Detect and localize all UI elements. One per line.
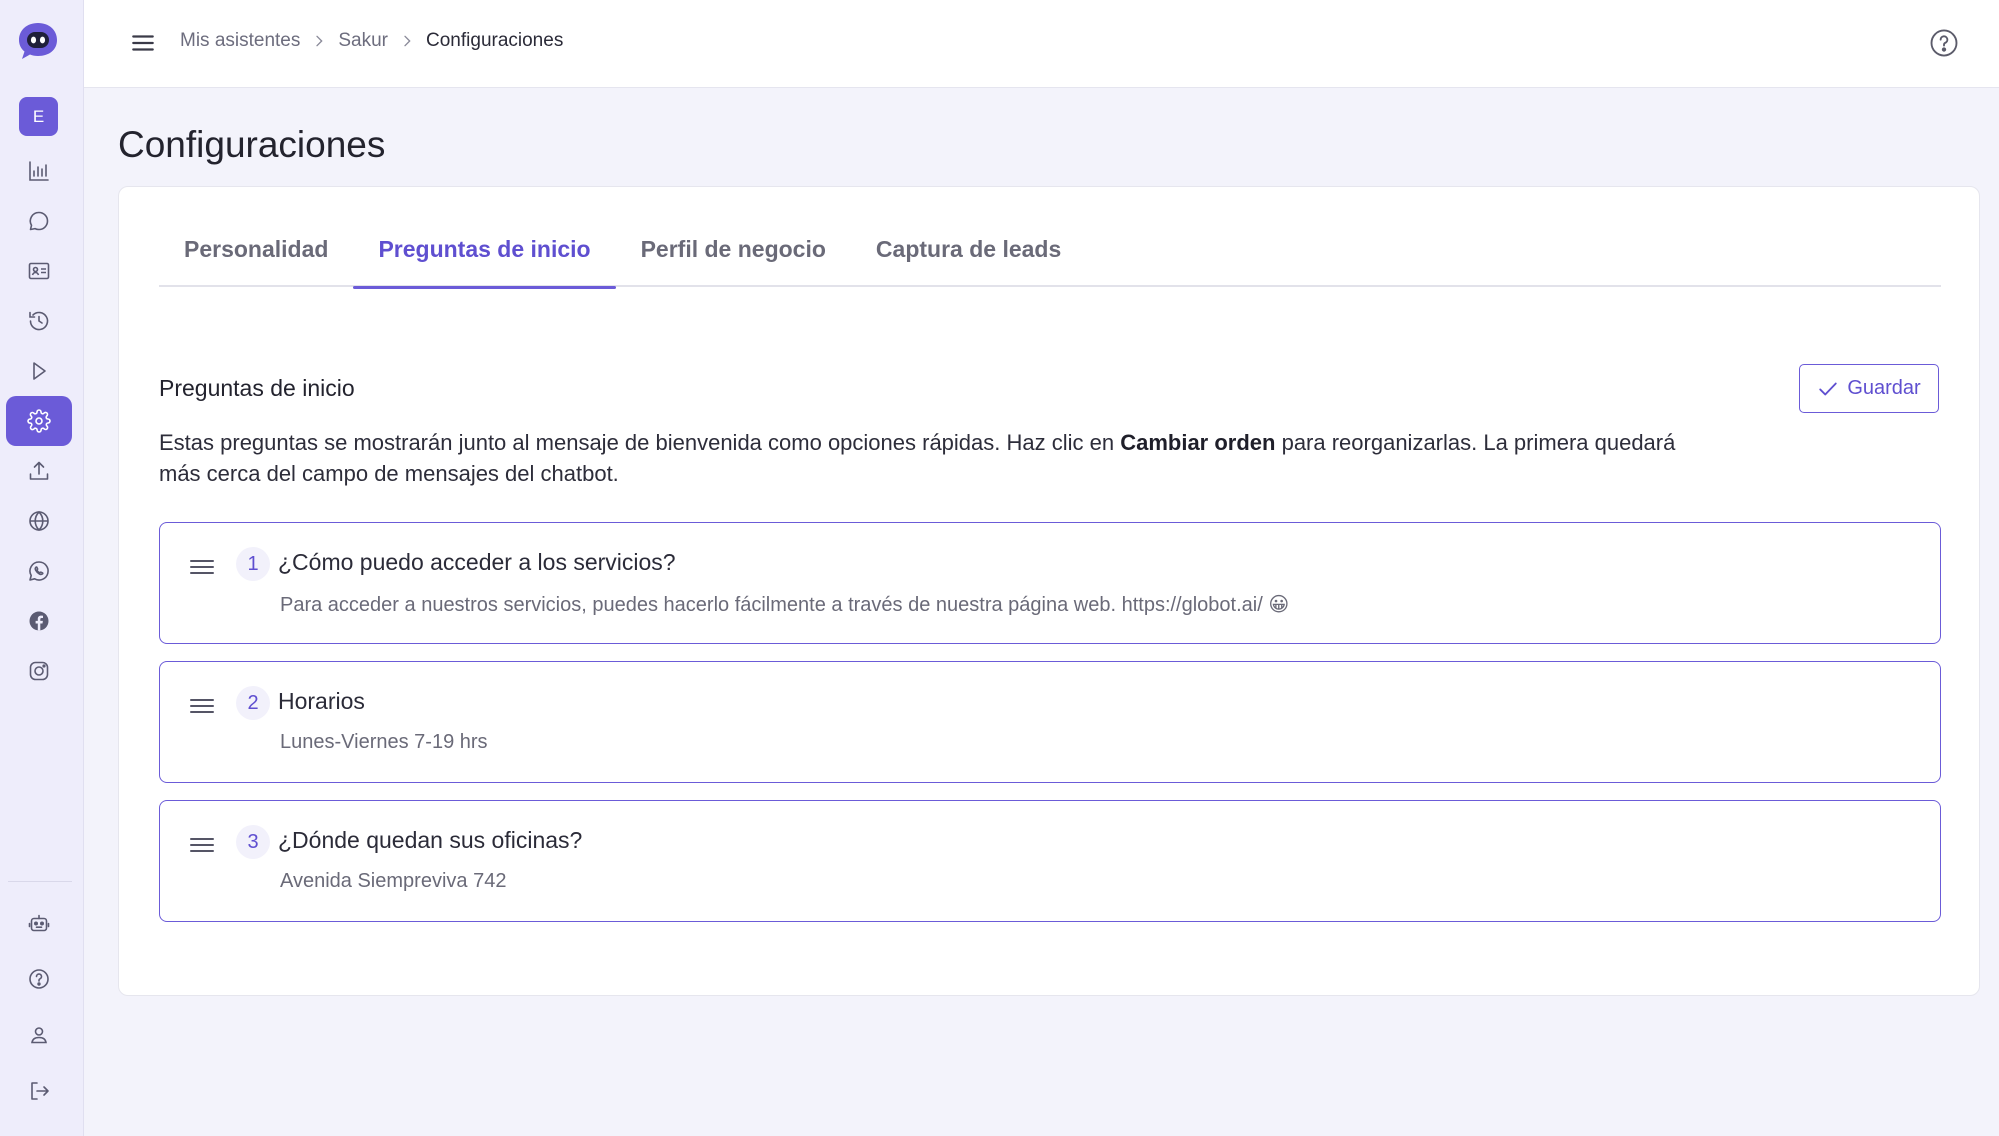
drag-handle-icon[interactable] — [188, 831, 216, 859]
hamburger-menu-button[interactable] — [128, 28, 158, 58]
drag-handle-icon[interactable] — [188, 553, 216, 581]
globe-icon — [29, 510, 49, 532]
save-button[interactable]: Guardar — [1799, 364, 1939, 413]
question-answer: Avenida Siempreviva 742 — [280, 870, 507, 892]
help-circle-icon — [29, 969, 49, 989]
section-title: Preguntas de inicio — [159, 375, 355, 401]
tab-perfil-de-negocio[interactable]: Perfil de negocio — [616, 227, 851, 287]
settings-tabs: Personalidad Preguntas de inicio Perfil … — [159, 227, 1941, 289]
sidebar-item-whatsapp[interactable] — [6, 546, 72, 596]
settings-card: Personalidad Preguntas de inicio Perfil … — [118, 186, 1980, 996]
play-icon — [33, 362, 46, 380]
sidebar-item-logout[interactable] — [6, 1066, 72, 1116]
top-bar: Mis asistentes Sakur Configuraciones — [84, 0, 1999, 88]
question-item[interactable]: 1 ¿Cómo puedo acceder a los servicios? P… — [159, 522, 1941, 644]
contact-card-icon — [28, 262, 50, 280]
whatsapp-icon — [29, 561, 49, 581]
globot-logo-icon[interactable] — [17, 21, 59, 61]
sidebar-item-profile[interactable] — [6, 1010, 72, 1060]
sidebar-item-help[interactable] — [6, 954, 72, 1004]
sidebar-item-history[interactable] — [6, 296, 72, 346]
sidebar: E — [0, 0, 84, 1136]
sidebar-divider — [8, 881, 72, 882]
tab-captura-de-leads[interactable]: Captura de leads — [851, 227, 1086, 287]
robot-icon — [28, 914, 50, 932]
logout-icon — [31, 1082, 49, 1100]
sidebar-item-contacts[interactable] — [6, 246, 72, 296]
page-title: Configuraciones — [118, 124, 386, 165]
question-number: 3 — [236, 825, 270, 859]
history-icon — [29, 311, 49, 331]
sidebar-item-conversations[interactable] — [6, 196, 72, 246]
drag-handle-icon[interactable] — [188, 692, 216, 720]
sidebar-item-assistants[interactable] — [6, 898, 72, 948]
sidebar-item-instagram[interactable] — [6, 646, 72, 696]
chevron-right-icon — [399, 33, 415, 49]
sidebar-item-upload[interactable] — [6, 446, 72, 496]
question-item[interactable]: 2 Horarios Lunes-Viernes 7-19 hrs — [159, 661, 1941, 783]
workspace-avatar[interactable]: E — [19, 97, 58, 136]
question-answer: Lunes-Viernes 7-19 hrs — [280, 731, 488, 753]
question-item[interactable]: 3 ¿Dónde quedan sus oficinas? Avenida Si… — [159, 800, 1941, 922]
question-number: 2 — [236, 686, 270, 720]
breadcrumb-item-assistant[interactable]: Sakur — [338, 30, 388, 52]
help-circle-icon — [1930, 29, 1958, 57]
section-description: Estas preguntas se mostrarán junto al me… — [159, 430, 1676, 486]
breadcrumb-item-assistants[interactable]: Mis asistentes — [180, 30, 300, 52]
breadcrumb-item-current: Configuraciones — [426, 30, 564, 51]
help-button[interactable] — [1929, 28, 1959, 58]
breadcrumb: Mis asistentes Sakur Configuraciones — [180, 30, 563, 52]
user-icon — [31, 1027, 47, 1044]
sidebar-item-settings[interactable] — [6, 396, 72, 446]
menu-icon — [132, 35, 154, 51]
chat-bubble-icon — [29, 211, 49, 231]
change-order-highlight: Cambiar orden — [1120, 430, 1276, 455]
tab-preguntas-de-inicio[interactable]: Preguntas de inicio — [353, 227, 616, 289]
question-number: 1 — [236, 547, 270, 581]
sidebar-item-test[interactable] — [6, 346, 72, 396]
question-title: ¿Cómo puedo acceder a los servicios? — [278, 549, 676, 575]
upload-icon — [29, 461, 49, 480]
sidebar-item-analytics[interactable] — [6, 146, 72, 196]
sidebar-item-web[interactable] — [6, 496, 72, 546]
sidebar-item-facebook[interactable] — [6, 596, 72, 646]
check-icon — [1819, 382, 1838, 395]
question-title: ¿Dónde quedan sus oficinas? — [278, 827, 583, 853]
bar-chart-icon — [29, 161, 49, 181]
facebook-icon — [29, 611, 49, 631]
chevron-right-icon — [311, 33, 327, 49]
tab-personalidad[interactable]: Personalidad — [159, 227, 353, 287]
instagram-icon — [29, 661, 49, 681]
question-title: Horarios — [278, 688, 365, 714]
gear-icon — [27, 409, 51, 433]
save-button-label: Guardar — [1847, 377, 1921, 399]
question-answer: Para acceder a nuestros servicios, puede… — [280, 594, 1290, 616]
questions-list: 1 ¿Cómo puedo acceder a los servicios? P… — [159, 522, 1941, 939]
